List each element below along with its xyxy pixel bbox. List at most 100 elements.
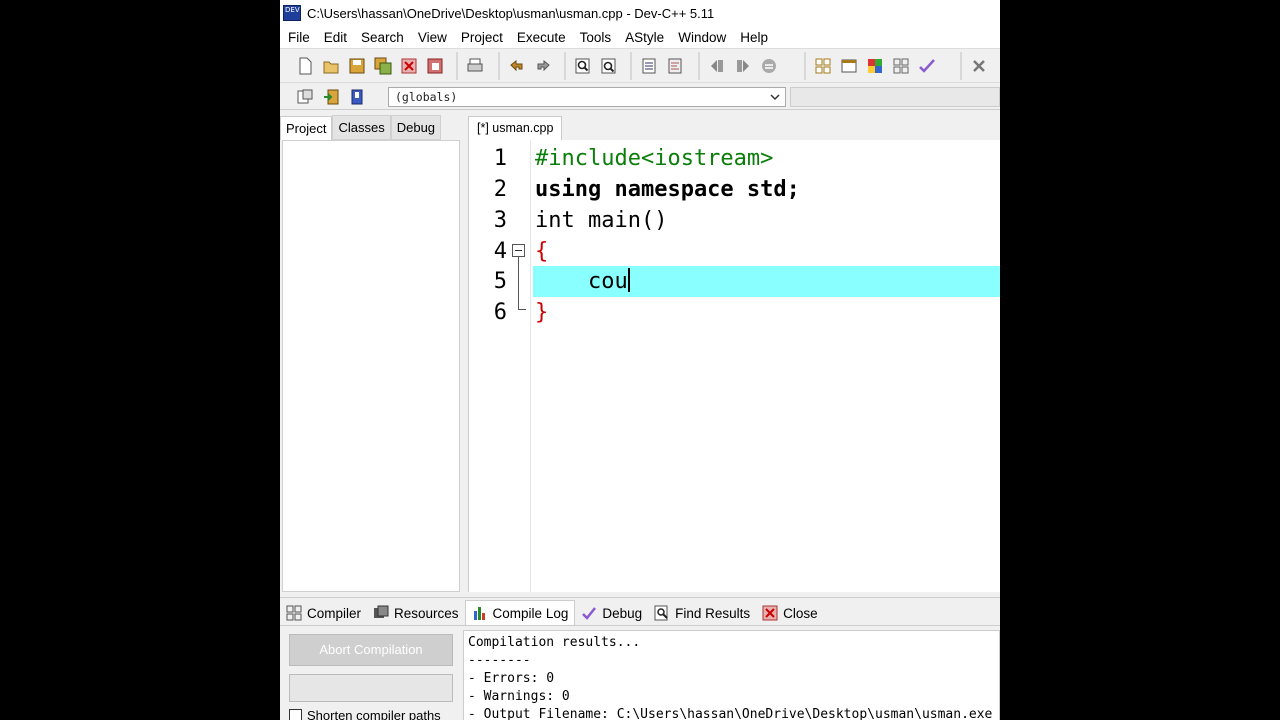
log-line: -------- xyxy=(468,653,531,668)
bookmark-toolbar-group xyxy=(698,52,784,80)
tab-compiler[interactable]: Compiler xyxy=(280,601,367,625)
code-text: } xyxy=(535,300,549,325)
tab-classes[interactable]: Classes xyxy=(332,115,391,140)
preprocessor-directive: #include<iostream> xyxy=(535,146,774,171)
scope-value: (globals) xyxy=(395,90,458,104)
indent-icon xyxy=(642,58,656,74)
fold-guide xyxy=(518,257,519,309)
tab-debug[interactable]: Debug xyxy=(390,115,442,140)
save-all-button[interactable] xyxy=(372,55,394,77)
project-toolbar-group xyxy=(288,83,372,111)
class-browser-button[interactable] xyxy=(864,55,886,77)
add-to-project-button[interactable] xyxy=(320,86,342,108)
window-icon xyxy=(841,59,857,73)
save-button[interactable] xyxy=(346,55,368,77)
tab-label: Compiler xyxy=(307,605,362,621)
tab-label: Compile Log xyxy=(492,605,569,621)
code-line-6[interactable]: } xyxy=(535,297,548,328)
tab-debug-output[interactable]: Debug xyxy=(575,601,648,625)
code-line-3[interactable]: int main() xyxy=(535,205,667,236)
find-button[interactable] xyxy=(572,55,594,77)
indent-button[interactable] xyxy=(638,55,660,77)
menu-view[interactable]: View xyxy=(411,30,454,45)
tab-usman-cpp[interactable]: [*] usman.cpp xyxy=(468,116,563,140)
save-all-icon xyxy=(374,57,392,75)
find-icon xyxy=(575,58,590,74)
menu-window[interactable]: Window xyxy=(671,30,733,45)
scope-dropdown[interactable]: (globals) xyxy=(388,87,786,107)
menu-search[interactable]: Search xyxy=(354,30,411,45)
tab-find-results[interactable]: Find Results xyxy=(648,601,756,625)
code-text: cou xyxy=(535,269,628,294)
prev-bookmark-icon xyxy=(711,60,723,72)
code-text: { xyxy=(535,239,549,264)
abort-compilation-button[interactable]: Abort Compilation xyxy=(289,634,453,666)
project-browser[interactable] xyxy=(282,140,460,592)
print-toolbar-group xyxy=(456,52,490,80)
text-caret xyxy=(627,268,630,292)
remove-from-project-button[interactable] xyxy=(346,86,368,108)
new-window-button[interactable] xyxy=(838,55,860,77)
menu-edit[interactable]: Edit xyxy=(317,30,354,45)
tab-resources[interactable]: Resources xyxy=(367,601,465,625)
code-line-1[interactable]: #include<iostream> xyxy=(535,143,773,174)
code-line-5[interactable]: cou xyxy=(535,266,630,297)
printer-icon xyxy=(467,58,483,72)
indent-toolbar-group xyxy=(630,52,690,80)
goto-line-button[interactable] xyxy=(758,55,780,77)
menu-file[interactable]: File xyxy=(280,30,317,45)
prev-bookmark-button[interactable] xyxy=(706,55,728,77)
open-button[interactable] xyxy=(320,55,342,77)
next-bookmark-icon xyxy=(737,60,749,72)
replace-icon xyxy=(601,58,616,74)
code-text: int main() xyxy=(535,208,668,233)
find-icon xyxy=(654,605,668,621)
menu-tools[interactable]: Tools xyxy=(573,30,619,45)
devcpp-window: DEV C:\Users\hassan\OneDrive\Desktop\usm… xyxy=(280,0,1000,720)
window-title: C:\Users\hassan\OneDrive\Desktop\usman\u… xyxy=(307,5,715,21)
function-dropdown[interactable] xyxy=(790,87,1000,107)
tile-button[interactable] xyxy=(812,55,834,77)
print-button[interactable] xyxy=(464,55,486,77)
replace-button[interactable] xyxy=(598,55,620,77)
stop-button[interactable] xyxy=(968,55,990,77)
redo-button[interactable] xyxy=(532,55,554,77)
menu-astyle[interactable]: AStyle xyxy=(618,30,671,45)
menu-project[interactable]: Project xyxy=(454,30,510,45)
close-file-button[interactable] xyxy=(398,55,420,77)
fold-toggle-icon[interactable] xyxy=(512,244,525,257)
tab-project[interactable]: Project xyxy=(280,116,333,140)
shorten-paths-checkbox[interactable] xyxy=(289,709,302,720)
bar-chart-icon xyxy=(473,607,485,620)
unindent-icon xyxy=(668,58,682,74)
code-editor[interactable]: 1 #include<iostream> 2 using namespace s… xyxy=(468,140,1000,592)
main-toolbar xyxy=(280,48,1000,82)
line-number: 4 xyxy=(493,239,507,264)
window-toolbar-group xyxy=(804,52,942,80)
devcpp-app-icon[interactable]: DEV xyxy=(283,5,301,21)
compile-log-panel: Abort Compilation Shorten compiler paths… xyxy=(280,625,1000,720)
remove-from-project-icon xyxy=(351,89,363,105)
code-line-4[interactable]: { xyxy=(535,236,548,267)
close-all-icon xyxy=(427,58,443,74)
menu-execute[interactable]: Execute xyxy=(510,30,573,45)
tab-label: Close xyxy=(783,605,818,621)
add-to-project-icon xyxy=(324,89,339,105)
unindent-button[interactable] xyxy=(664,55,686,77)
tab-compile-log[interactable]: Compile Log xyxy=(464,600,576,625)
line-number: 3 xyxy=(493,208,507,233)
check-syntax-button[interactable] xyxy=(916,55,938,77)
layout-button[interactable] xyxy=(890,55,912,77)
next-bookmark-button[interactable] xyxy=(732,55,754,77)
log-line: - Errors: 0 xyxy=(468,671,555,686)
new-file-button[interactable] xyxy=(294,55,316,77)
code-line-2[interactable]: using namespace std; xyxy=(535,174,800,205)
shorten-paths-option[interactable]: Shorten compiler paths xyxy=(289,708,441,720)
compile-log-output[interactable]: Compilation results... -------- - Errors… xyxy=(463,630,1000,720)
shorten-paths-label: Shorten compiler paths xyxy=(307,708,441,720)
close-all-button[interactable] xyxy=(424,55,446,77)
project-options-button[interactable] xyxy=(294,86,316,108)
undo-button[interactable] xyxy=(506,55,528,77)
tab-close[interactable]: Close xyxy=(756,601,824,625)
menu-help[interactable]: Help xyxy=(733,30,775,45)
